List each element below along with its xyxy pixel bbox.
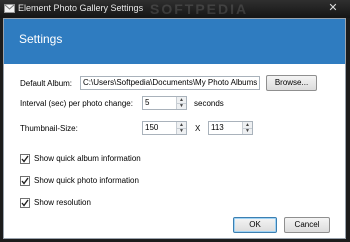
envelope-icon xyxy=(4,4,15,13)
banner-title: Settings xyxy=(19,32,63,46)
interval-spin-buttons[interactable]: ▲ ▼ xyxy=(176,97,186,109)
album-label: Default Album: xyxy=(20,79,73,88)
show-resolution-checkbox[interactable] xyxy=(20,198,30,208)
thumbnail-height-value: 113 xyxy=(211,123,224,132)
cancel-button[interactable]: Cancel xyxy=(284,217,330,233)
browse-button[interactable]: Browse... xyxy=(266,75,317,91)
spin-down-icon[interactable]: ▼ xyxy=(177,128,186,134)
title-bar[interactable]: Element Photo Gallery Settings SOFTPEDIA… xyxy=(0,0,350,18)
thumbnail-width-spin-buttons[interactable]: ▲ ▼ xyxy=(176,122,186,134)
ok-button[interactable]: OK xyxy=(233,217,277,233)
checkmark-icon xyxy=(21,199,29,207)
quick-photo-info-label[interactable]: Show quick photo information xyxy=(34,176,139,186)
spin-down-icon[interactable]: ▼ xyxy=(243,128,252,134)
interval-unit: seconds xyxy=(194,99,224,108)
interval-label: Interval (sec) per photo change: xyxy=(20,99,133,108)
spin-down-icon[interactable]: ▼ xyxy=(177,103,186,109)
checkmark-icon xyxy=(21,155,29,163)
checkmark-icon xyxy=(21,177,29,185)
album-path-input[interactable]: C:\Users\Softpedia\Documents\My Photo Al… xyxy=(80,76,260,90)
quick-album-info-checkbox[interactable] xyxy=(20,154,30,164)
show-resolution-label[interactable]: Show resolution xyxy=(34,198,91,208)
interval-spinner[interactable]: 5 ▲ ▼ xyxy=(142,96,187,110)
thumbnail-label: Thumbnail-Size: xyxy=(20,124,78,133)
thumbnail-height-spin-buttons[interactable]: ▲ ▼ xyxy=(242,122,252,134)
watermark-text: SOFTPEDIA xyxy=(150,1,249,17)
quick-photo-info-checkbox[interactable] xyxy=(20,176,30,186)
thumbnail-size-separator: X xyxy=(195,124,201,133)
settings-banner: Settings xyxy=(4,19,345,64)
thumbnail-width-value: 150 xyxy=(145,123,159,132)
window-title: Element Photo Gallery Settings xyxy=(18,3,144,13)
thumbnail-width-spinner[interactable]: 150 ▲ ▼ xyxy=(142,121,187,135)
quick-album-info-label[interactable]: Show quick album information xyxy=(34,154,141,164)
close-button[interactable]: ✕ xyxy=(322,1,344,16)
thumbnail-height-spinner[interactable]: 113 ▲ ▼ xyxy=(208,121,253,135)
interval-value: 5 xyxy=(145,98,150,107)
settings-dialog: Settings Default Album: C:\Users\Softped… xyxy=(3,18,346,239)
